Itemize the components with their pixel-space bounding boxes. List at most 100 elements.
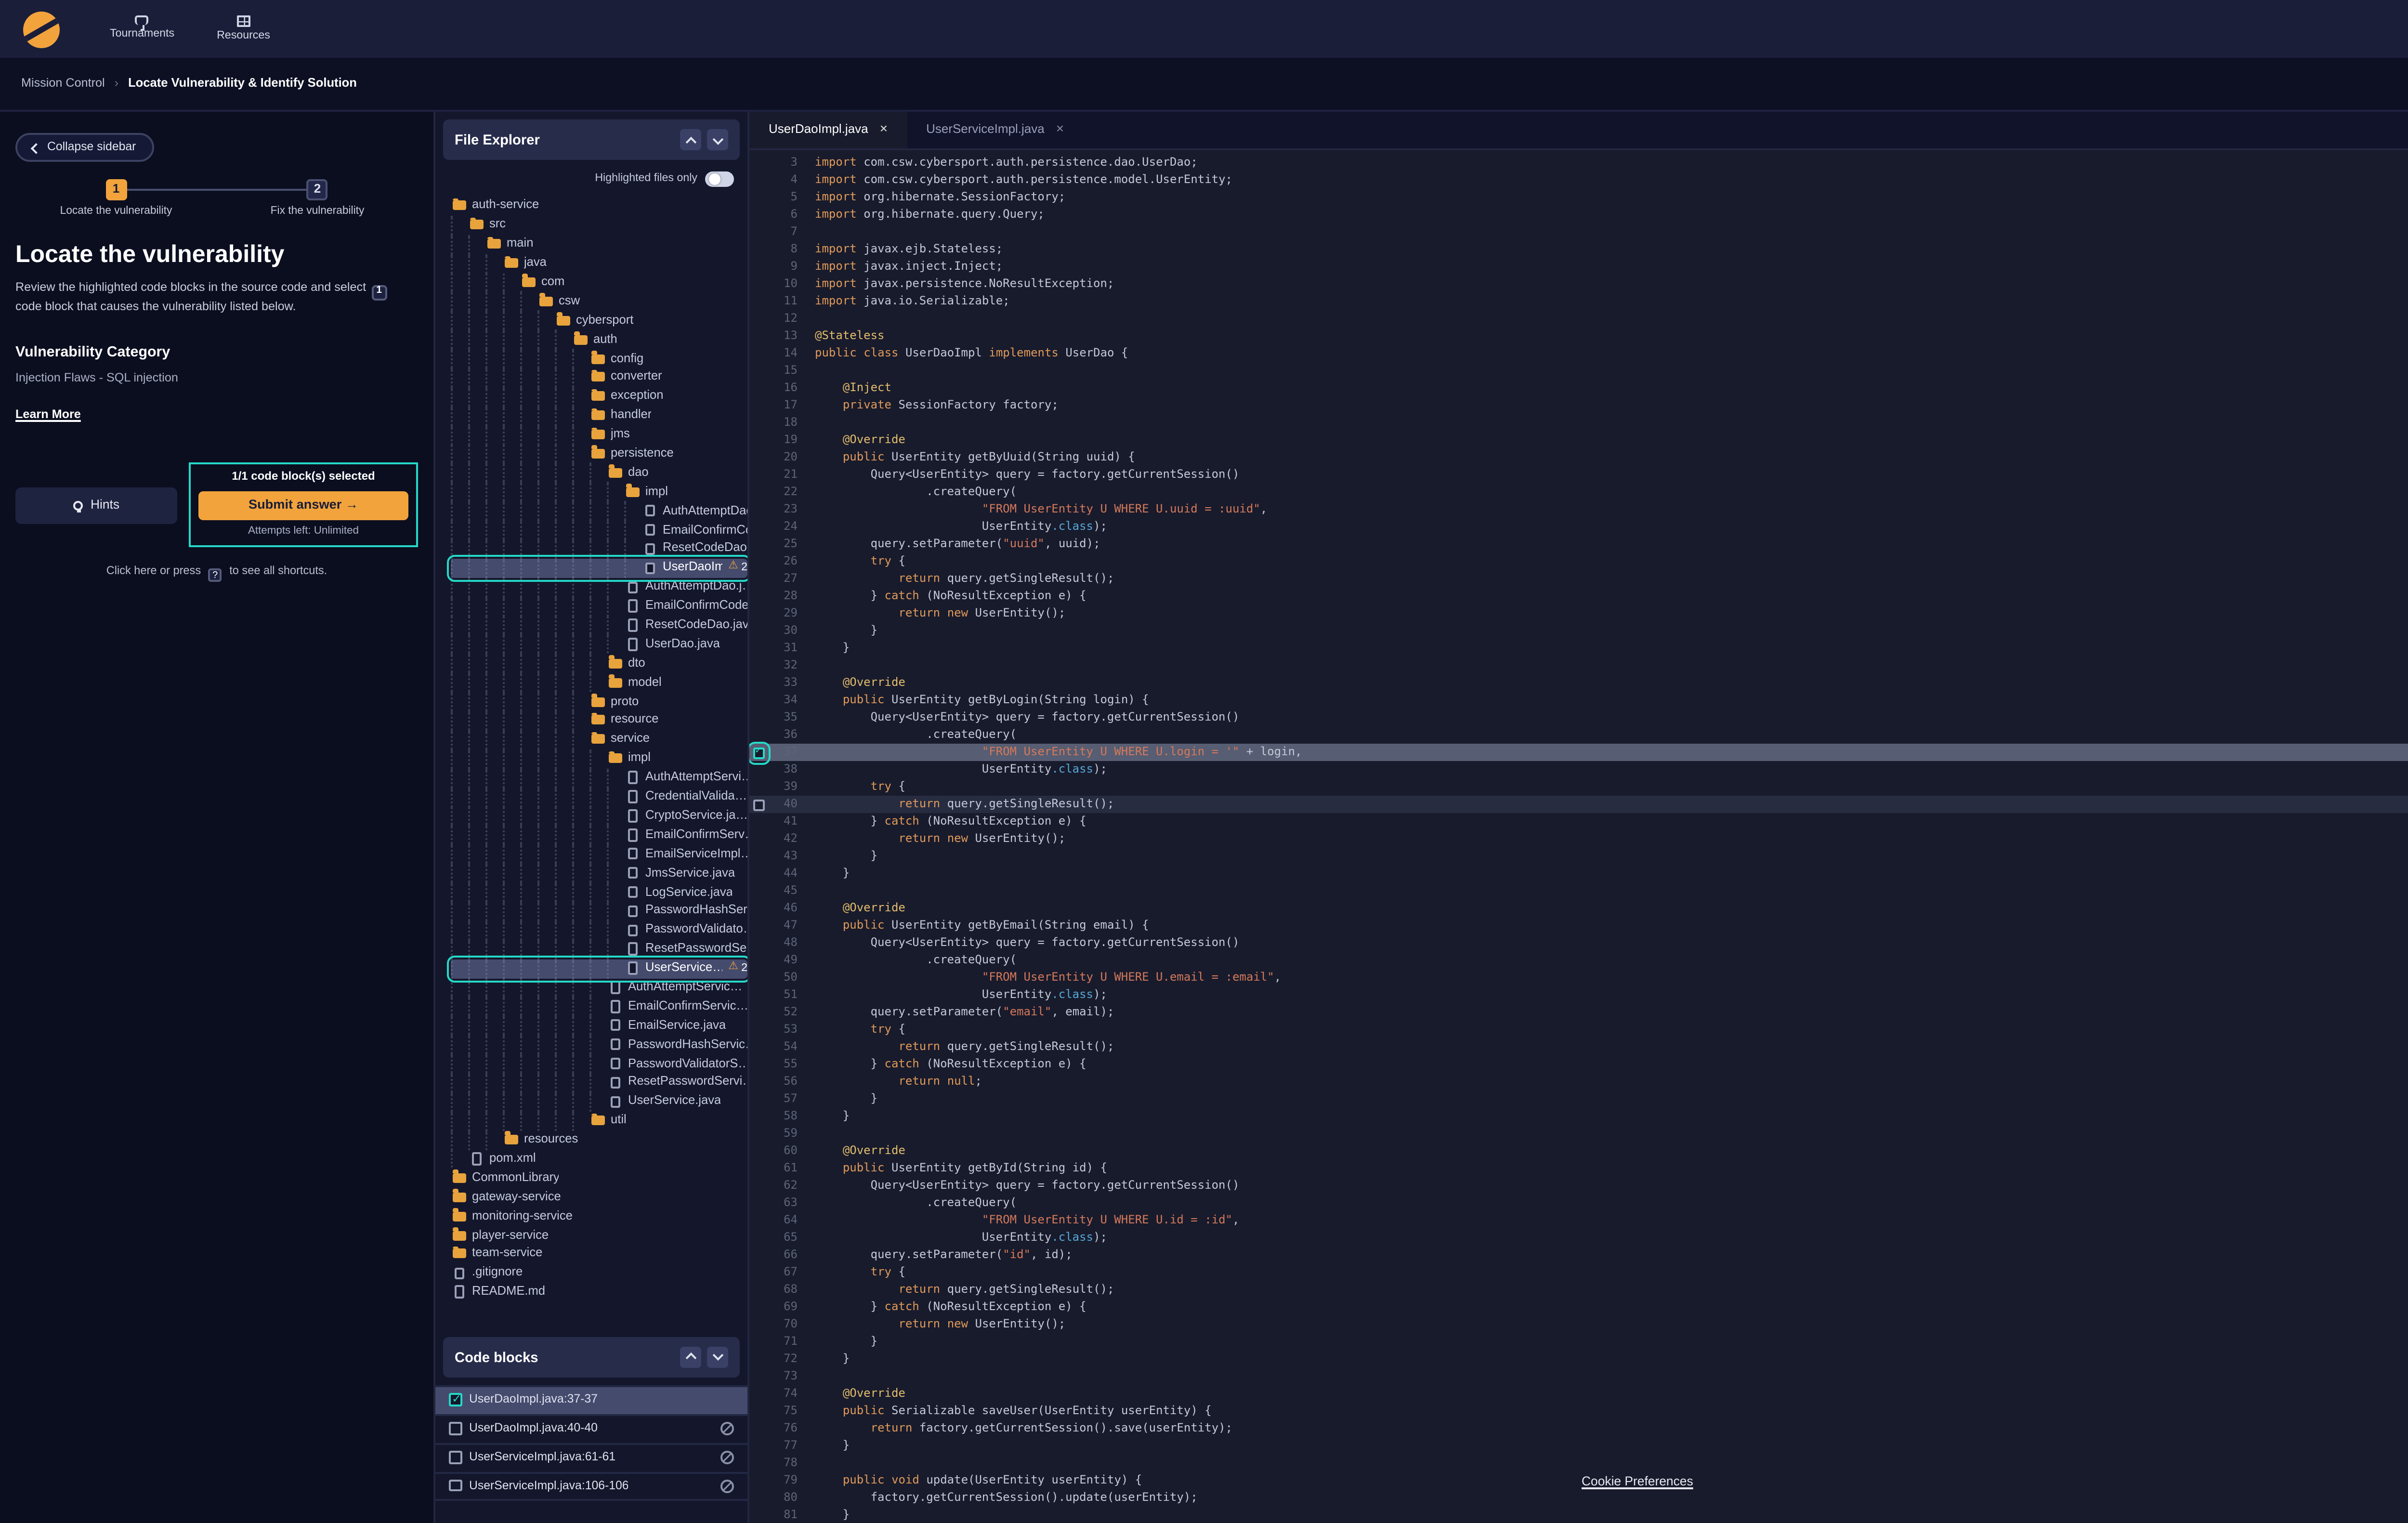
tree-file-authattemptservi[interactable]: AuthAttemptServi…	[451, 768, 747, 788]
tree-folder-persistence[interactable]: persistence	[451, 444, 747, 463]
file-icon	[472, 1153, 482, 1165]
code-block-item[interactable]: UserDaoImpl.java:37-37	[435, 1384, 747, 1413]
next-block-button[interactable]	[707, 1346, 728, 1367]
tree-folder-config[interactable]: config	[451, 349, 747, 368]
tree-folder-model[interactable]: model	[451, 673, 747, 692]
tree-file-.gitignore[interactable]: .gitignore	[451, 1264, 747, 1283]
resources-icon	[237, 15, 250, 27]
tree-folder-service[interactable]: service	[451, 730, 747, 749]
tree-file-userservice[interactable]: UserService…⚠2	[451, 959, 747, 978]
tree-folder-converter[interactable]: converter	[451, 368, 747, 387]
tree-folder-cybersport[interactable]: cybersport	[451, 311, 747, 330]
code-block-item[interactable]: UserServiceImpl.java:61-61	[435, 1442, 747, 1471]
breadcrumb-mission-control[interactable]: Mission Control	[21, 77, 105, 91]
tree-folder-commonlibrary[interactable]: CommonLibrary	[451, 1169, 747, 1188]
nav-resources[interactable]: Resources	[217, 15, 270, 42]
code-text: factory.getCurrentSession().update(userE…	[815, 1491, 1198, 1505]
tree-file-emailserviceimpl[interactable]: EmailServiceImpl…	[451, 844, 747, 864]
indent-guide	[607, 578, 624, 597]
tree-file-resetcodedao.java[interactable]: ResetCodeDao.java	[451, 616, 747, 635]
prev-highlight-button[interactable]	[680, 129, 701, 150]
indent-guide	[468, 1054, 485, 1073]
code-line-48: 48 Query<UserEntity> query = factory.get…	[749, 934, 2408, 952]
submit-answer-button[interactable]: Submit answer →	[198, 491, 408, 520]
hints-button[interactable]: Hints	[15, 487, 177, 524]
tree-folder-resources[interactable]: resources	[451, 1130, 747, 1150]
tree-folder-proto[interactable]: proto	[451, 692, 747, 711]
tree-file-emailconfirmco[interactable]: EmailConfirmCo…	[451, 521, 747, 540]
tree-item-label: JmsService.java	[645, 866, 735, 880]
collapse-sidebar-button[interactable]: Collapse sidebar	[15, 132, 153, 161]
tree-file-passwordhashservic[interactable]: PasswordHashServic…	[451, 1035, 747, 1054]
tree-folder-auth[interactable]: auth	[451, 330, 747, 349]
tree-file-userdaoim[interactable]: UserDaoIm…⚠2	[451, 559, 747, 578]
toggle-knob	[708, 173, 720, 185]
code-line-30: 30 }	[749, 622, 2408, 640]
close-icon[interactable]: ×	[1056, 123, 1064, 137]
app-logo[interactable]	[23, 11, 60, 47]
cookie-preferences-link[interactable]: Cookie Preferences	[1582, 1476, 1693, 1489]
code-block-item[interactable]: UserServiceImpl.java:106-106	[435, 1471, 747, 1500]
tree-file-emailconfirmservic[interactable]: EmailConfirmServic…	[451, 997, 747, 1016]
tree-folder-com[interactable]: com	[451, 273, 747, 292]
shortcuts-link[interactable]: Click here or press ? to see all shortcu…	[15, 567, 418, 583]
tree-file-resetpasswordser[interactable]: ResetPasswordSer…	[451, 940, 747, 959]
highlighted-files-toggle[interactable]	[705, 171, 734, 187]
tree-folder-impl[interactable]: impl	[451, 482, 747, 501]
tree-file-jmsservice.java[interactable]: JmsService.java	[451, 864, 747, 883]
tree-folder-team-service[interactable]: team-service	[451, 1245, 747, 1264]
code-text: @Override	[815, 433, 905, 447]
nav-tournaments[interactable]: Tournaments	[110, 15, 174, 42]
tree-file-passwordvalidato[interactable]: PasswordValidato…	[451, 920, 747, 940]
tree-folder-impl[interactable]: impl	[451, 749, 747, 768]
tree-folder-src[interactable]: src	[451, 216, 747, 235]
tree-folder-java[interactable]: java	[451, 254, 747, 273]
tree-folder-jms[interactable]: jms	[451, 425, 747, 445]
line-checkbox[interactable]	[753, 799, 765, 810]
close-icon[interactable]: ×	[880, 123, 888, 137]
tree-file-passwordhashserv[interactable]: PasswordHashServ…	[451, 902, 747, 921]
tree-file-resetpasswordservi[interactable]: ResetPasswordServi…	[451, 1073, 747, 1092]
tab-userdaoimpl[interactable]: UserDaoImpl.java ×	[749, 112, 907, 148]
tree-file-authattemptdao.j[interactable]: AuthAttemptDao.j…	[451, 578, 747, 597]
tab-userserviceimpl[interactable]: UserServiceImpl.java ×	[907, 112, 1083, 148]
tree-folder-exception[interactable]: exception	[451, 387, 747, 407]
code-block-item[interactable]: UserDaoImpl.java:40-40	[435, 1413, 747, 1442]
tree-file-resetcodedaoim[interactable]: ResetCodeDaoIm…	[451, 539, 747, 559]
tree-folder-csw[interactable]: csw	[451, 292, 747, 311]
prev-block-button[interactable]	[680, 1346, 701, 1367]
code-block-checkbox[interactable]	[449, 1479, 461, 1492]
code-text: Query<UserEntity> query = factory.getCur…	[815, 711, 1239, 724]
tree-folder-dao[interactable]: dao	[451, 463, 747, 483]
tree-file-authattemptdao[interactable]: AuthAttemptDao…	[451, 501, 747, 521]
tree-folder-gateway-service[interactable]: gateway-service	[451, 1187, 747, 1207]
tree-file-userservice.java[interactable]: UserService.java	[451, 1092, 747, 1111]
learn-more-link[interactable]: Learn More	[15, 409, 81, 422]
tree-file-emailconfirmcode[interactable]: EmailConfirmCode…	[451, 597, 747, 616]
tree-folder-player-service[interactable]: player-service	[451, 1225, 747, 1245]
tree-file-emailservice.java[interactable]: EmailService.java	[451, 1016, 747, 1035]
tree-folder-util[interactable]: util	[451, 1111, 747, 1130]
code-block-checkbox[interactable]	[449, 1393, 461, 1406]
next-highlight-button[interactable]	[707, 129, 728, 150]
tree-folder-monitoring-service[interactable]: monitoring-service	[451, 1207, 747, 1226]
tree-file-cryptoservice.ja[interactable]: CryptoService.ja…	[451, 806, 747, 826]
tree-folder-dto[interactable]: dto	[451, 654, 747, 673]
code-block-checkbox[interactable]	[449, 1422, 461, 1435]
tree-file-authattemptservic[interactable]: AuthAttemptServic…	[451, 978, 747, 997]
tree-folder-auth-service[interactable]: auth-service	[451, 197, 747, 216]
tree-file-credentialvalida[interactable]: CredentialValida…	[451, 787, 747, 806]
tree-file-userdao.java[interactable]: UserDao.java	[451, 635, 747, 654]
code-text: "FROM UserEntity U WHERE U.id = :id",	[815, 1214, 1240, 1227]
tree-file-passwordvalidators[interactable]: PasswordValidatorS…	[451, 1054, 747, 1073]
code-block-checkbox[interactable]	[449, 1451, 461, 1464]
file-icon	[628, 638, 638, 651]
tree-folder-main[interactable]: main	[451, 235, 747, 254]
tree-folder-handler[interactable]: handler	[451, 406, 747, 425]
tree-file-pom.xml[interactable]: pom.xml	[451, 1149, 747, 1169]
tree-folder-resource[interactable]: resource	[451, 711, 747, 730]
tree-file-readme.md[interactable]: README.md	[451, 1283, 747, 1302]
line-checkbox[interactable]	[753, 747, 765, 758]
tree-file-emailconfirmserv[interactable]: EmailConfirmServ…	[451, 826, 747, 845]
tree-file-logservice.java[interactable]: LogService.java	[451, 882, 747, 902]
